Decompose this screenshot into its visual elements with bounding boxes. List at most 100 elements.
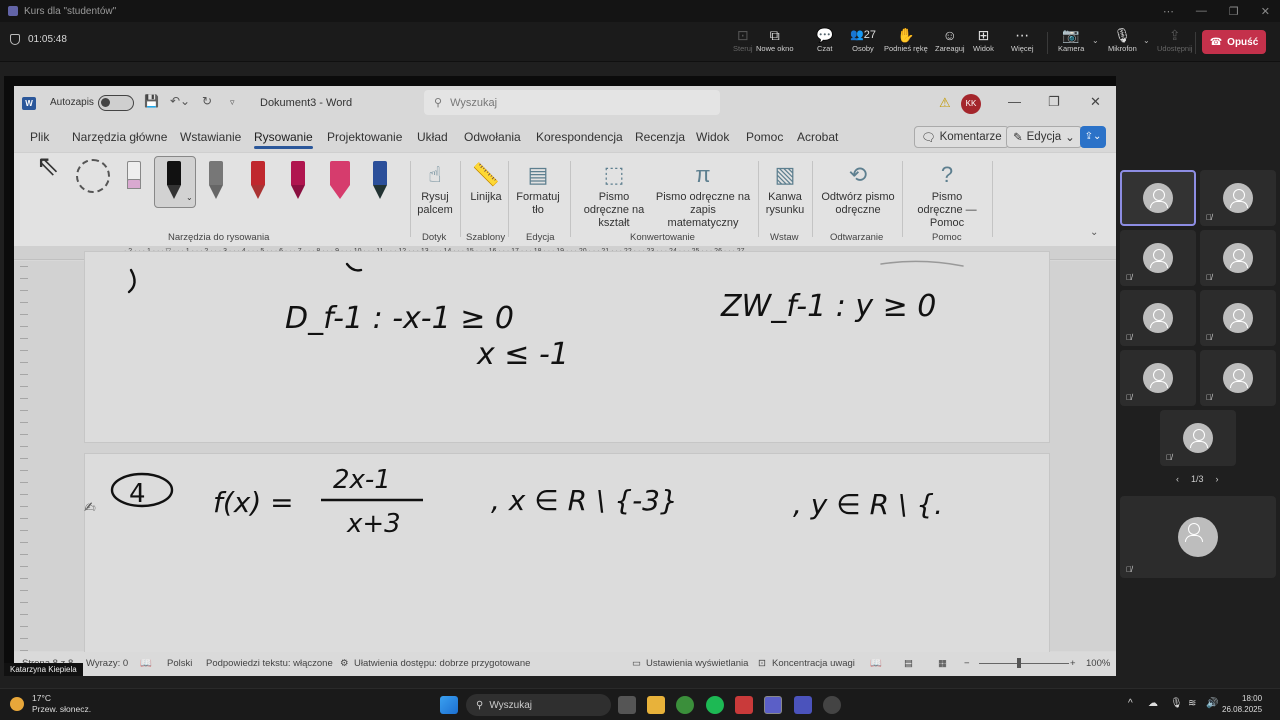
autosave-toggle[interactable] [98, 95, 134, 111]
share-button[interactable]: ⇪⌄ [1080, 126, 1106, 148]
document-area[interactable]: D_f-1 : -x-1 ≥ 0 x ≤ -1 ZW_f-1 : y ≥ 0 4… [14, 251, 1116, 663]
task-view-icon[interactable] [618, 696, 636, 714]
tab-7[interactable]: Korespondencja [536, 130, 623, 144]
tray-chevron-icon[interactable]: ^ [1128, 698, 1133, 709]
camera-options-chevron-icon[interactable]: ⌄ [1092, 36, 1099, 45]
wifi-icon[interactable]: ≋ [1188, 698, 1196, 709]
read-mode-icon[interactable]: 📖 [870, 658, 882, 669]
participant-tile[interactable]: 🎙̸ [1120, 290, 1196, 346]
user-avatar[interactable]: KK [961, 94, 981, 114]
participant-tile-large[interactable]: 🎙̸ [1120, 496, 1276, 578]
draw-with-touch-button[interactable]: ☝ Rysuj palcem [417, 161, 452, 217]
text-predictions[interactable]: Podpowiedzi tekstu: włączone [206, 658, 333, 669]
ink-to-math-button[interactable]: π Pismo odręczne na zapis matematyczny [654, 161, 752, 230]
zoom-in-icon[interactable]: + [1070, 658, 1076, 669]
format-background-button[interactable]: ▤ Formatuj tło [514, 161, 562, 217]
more-options-icon[interactable]: ⋯ [1163, 5, 1174, 18]
participant-tile[interactable]: 🎙̸ [1200, 230, 1276, 286]
weather-widget[interactable]: 17°C Przew. słonecz. [10, 693, 91, 715]
minimize-icon[interactable]: — [1008, 94, 1021, 109]
prev-page-icon[interactable]: ‹ [1176, 474, 1179, 484]
pen-blue-sparkle-icon[interactable] [368, 161, 392, 201]
warning-icon[interactable]: ⚠ [939, 95, 951, 111]
zoom-out-icon[interactable]: − [964, 658, 970, 669]
zoom-slider[interactable] [979, 663, 1069, 664]
leave-button[interactable]: ☎ Opuść [1202, 30, 1266, 54]
select-cursor-icon[interactable]: ⇖ [36, 152, 59, 180]
pen-options-chevron-icon[interactable]: ⌄ [186, 193, 193, 202]
undo-icon[interactable]: ↶⌄ [170, 94, 190, 108]
redo-icon[interactable]: ↻ [202, 94, 212, 108]
save-icon[interactable]: 💾 [144, 94, 159, 108]
taskbar-search[interactable]: ⚲ Wyszukaj [466, 694, 611, 716]
teams-work-icon[interactable] [794, 696, 812, 714]
comments-button[interactable]: 🗨 Komentarze [914, 126, 1009, 148]
pen-black-icon[interactable] [162, 161, 186, 201]
mic-options-chevron-icon[interactable]: ⌄ [1143, 36, 1150, 45]
ink-replay-button[interactable]: ⟲ Odtwórz pismo odręczne [818, 161, 898, 217]
pen-red-icon[interactable] [246, 161, 270, 201]
tab-6[interactable]: Odwołania [464, 130, 521, 144]
zoom-slider-thumb[interactable] [1017, 658, 1021, 668]
page-8[interactable]: 4 f(x) = 2x-1 x+3 , x ∈ R \ {-3} , y ∈ R… [84, 453, 1050, 663]
tab-9[interactable]: Widok [696, 130, 729, 144]
participant-tile[interactable]: 🎙̸ [1120, 350, 1196, 406]
participant-tile[interactable]: 🎙̸ [1200, 350, 1276, 406]
chat-button[interactable]: 💬 Czat [816, 26, 833, 53]
zoom-level[interactable]: 100% [1086, 658, 1110, 669]
tab-10[interactable]: Pomoc [746, 130, 783, 144]
cloud-icon[interactable]: ☁ [1148, 698, 1158, 709]
web-layout-icon[interactable]: ▦ [938, 658, 947, 669]
participant-tile[interactable]: 🎙̸ [1200, 170, 1276, 226]
tab-5[interactable]: Układ [417, 130, 448, 144]
spotify-icon[interactable] [706, 696, 724, 714]
minimize-icon[interactable]: — [1196, 5, 1207, 17]
proofing-icon[interactable]: 📖 [140, 658, 152, 669]
language[interactable]: Polski [167, 658, 192, 669]
page-7[interactable]: D_f-1 : -x-1 ≥ 0 x ≤ -1 ZW_f-1 : y ≥ 0 [84, 251, 1050, 443]
edit-mode-button[interactable]: ✎ Edycja ⌄ [1006, 126, 1082, 148]
more-button[interactable]: ⋯ Więcej [1011, 26, 1034, 53]
tab-2[interactable]: Wstawianie [180, 130, 241, 144]
highlighter-pink-icon[interactable] [328, 161, 352, 201]
collapse-ribbon-icon[interactable]: ⌄ [1090, 227, 1098, 238]
eraser-icon[interactable] [122, 161, 146, 201]
participant-tile[interactable]: 🎙̸ [1160, 410, 1236, 466]
tab-3[interactable]: Rysowanie [254, 130, 313, 149]
new-window-button[interactable]: ⧉ Nowe okno [756, 26, 794, 53]
participant-tile[interactable]: 🎙̸ [1120, 230, 1196, 286]
camera-off-button[interactable]: 📷 Kamera [1058, 26, 1084, 53]
search-box[interactable]: ⚲ Wyszukaj [424, 90, 720, 115]
tab-11[interactable]: Acrobat [797, 130, 838, 144]
print-layout-icon[interactable]: ▤ [904, 658, 913, 669]
settings-app-icon[interactable] [823, 696, 841, 714]
people-button[interactable]: 👥27 Osoby [850, 26, 876, 53]
ink-to-shape-button[interactable]: ⬚ Pismo odręczne na kształt [576, 161, 652, 230]
ink-help-button[interactable]: ? Pismo odręczne — Pomoc [908, 161, 986, 230]
next-page-icon[interactable]: › [1216, 474, 1219, 484]
ruler-button[interactable]: 📏 Linijka [470, 161, 502, 204]
close-icon[interactable]: ✕ [1090, 94, 1101, 110]
tab-8[interactable]: Recenzja [635, 130, 685, 144]
start-icon[interactable] [440, 696, 458, 714]
react-button[interactable]: ☺ Zareaguj [935, 26, 965, 53]
raise-hand-button[interactable]: ✋ Podnieś rękę [884, 26, 928, 53]
close-icon[interactable]: ✕ [1261, 5, 1270, 18]
teams-icon[interactable] [764, 696, 782, 714]
lasso-select-icon[interactable] [76, 159, 110, 193]
focus-mode[interactable]: Koncentracja uwagi [772, 658, 855, 669]
tab-1[interactable]: Narzędzia główne [72, 130, 167, 144]
customize-quick-access-icon[interactable]: ▿ [230, 97, 235, 108]
pencil-gray-icon[interactable] [204, 161, 228, 201]
restore-icon[interactable]: ❐ [1048, 94, 1060, 110]
clock[interactable]: 18:00 26.08.2025 [1222, 693, 1262, 715]
volume-icon[interactable]: 🔊 [1206, 698, 1218, 709]
file-explorer-icon[interactable] [647, 696, 665, 714]
control-button[interactable]: ⊡ Steruj [733, 26, 753, 53]
microphone-icon[interactable]: 🎙 [1170, 698, 1183, 709]
drawing-canvas-button[interactable]: ▧ Kanwa rysunku [764, 161, 806, 217]
view-button[interactable]: ⊞ Widok [973, 26, 994, 53]
accessibility-status[interactable]: Ułatwienia dostępu: dobrze przygotowane [354, 658, 530, 669]
app-icon[interactable] [735, 696, 753, 714]
tab-4[interactable]: Projektowanie [327, 130, 402, 144]
